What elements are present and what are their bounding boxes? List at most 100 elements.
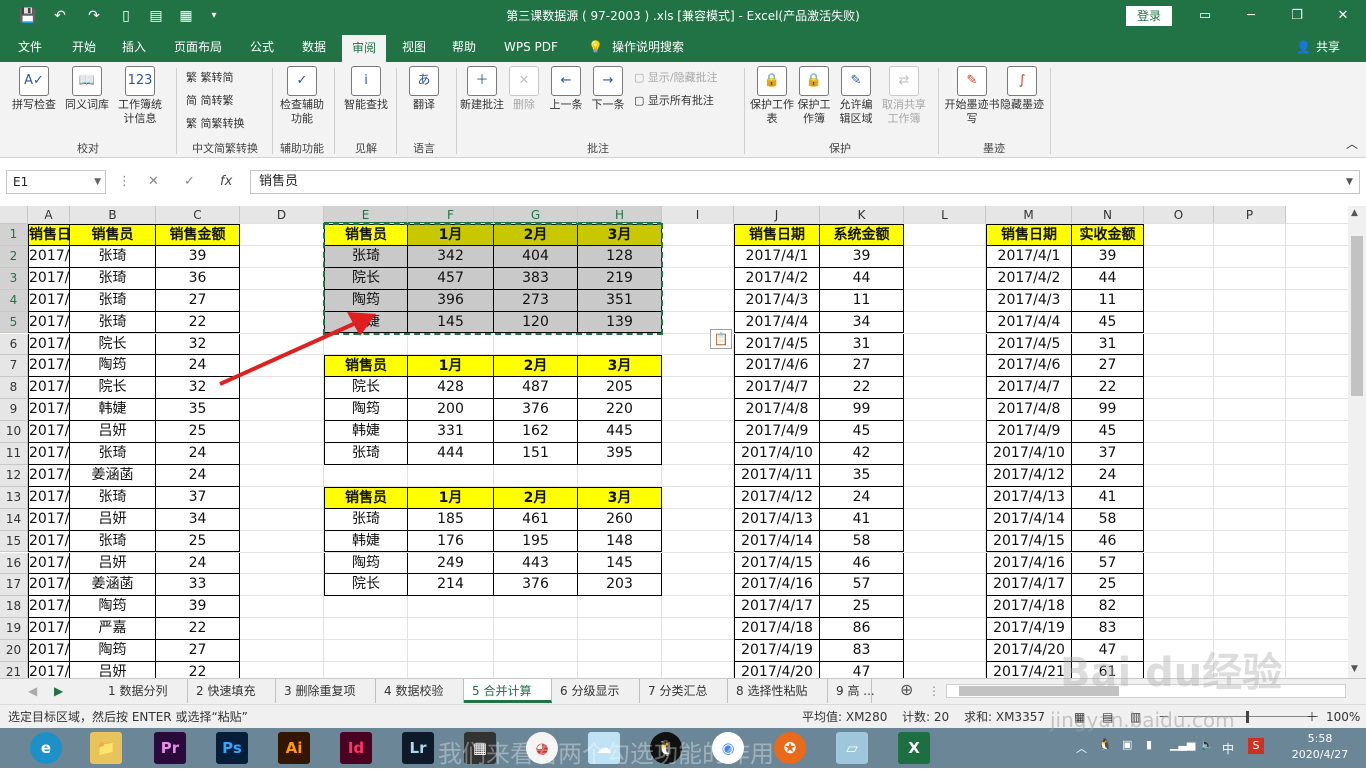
column-header-d[interactable]: D xyxy=(240,206,324,224)
table-cell[interactable]: 2017/4/3 xyxy=(986,289,1072,312)
table-cell[interactable]: 444 xyxy=(408,443,494,465)
show-all-comments-button[interactable]: ▢ 显示所有批注 xyxy=(634,91,714,111)
table-cell[interactable]: 24 xyxy=(156,443,240,465)
tab-help[interactable]: 帮助 xyxy=(442,32,486,62)
next-sheet-icon[interactable]: ▶ xyxy=(46,679,71,703)
table-cell[interactable]: 2017/4/5 xyxy=(28,399,70,422)
start-inking-button[interactable]: ✎ 开始墨迹书写 xyxy=(944,66,1000,126)
table-cell[interactable]: 58 xyxy=(1072,508,1144,531)
table-cell[interactable]: 陶筠 xyxy=(70,640,156,662)
table-cell[interactable]: 2017/4/9 xyxy=(986,421,1072,443)
clock-date[interactable]: 2020/4/27 xyxy=(1286,748,1354,761)
table-cell[interactable]: 44 xyxy=(820,267,904,290)
row-header-2[interactable]: 2 xyxy=(0,245,28,268)
table-header-cell[interactable]: 销售员 xyxy=(70,224,156,246)
table-cell[interactable]: 2017/4/8 xyxy=(28,486,70,509)
insert-function-icon[interactable]: fx xyxy=(220,170,232,194)
table-cell[interactable]: 2017/4/11 xyxy=(734,464,820,487)
share-button[interactable]: 共享 xyxy=(1306,32,1350,62)
table-cell[interactable]: 86 xyxy=(820,618,904,641)
table-cell[interactable]: 院长 xyxy=(70,333,156,356)
table-cell[interactable]: 203 xyxy=(578,574,662,597)
table-cell[interactable]: 张琦 xyxy=(70,289,156,312)
trad-to-simp-button[interactable]: 繁 繁转简 xyxy=(186,68,234,88)
tab-data[interactable]: 数据 xyxy=(292,32,336,62)
next-comment-button[interactable]: → 下一条 xyxy=(588,66,628,112)
table-cell[interactable]: 张琦 xyxy=(70,486,156,509)
table-cell[interactable]: 院长 xyxy=(70,377,156,400)
row-header-12[interactable]: 12 xyxy=(0,464,28,487)
table-cell[interactable]: 22 xyxy=(156,662,240,678)
sheet-tab[interactable]: 7 分类汇总 xyxy=(640,679,728,703)
table-cell[interactable]: 24 xyxy=(1072,464,1144,487)
table-cell[interactable]: 吕妍 xyxy=(70,508,156,531)
table-cell[interactable]: 张琦 xyxy=(324,443,408,465)
table-cell[interactable]: 2017/4/14 xyxy=(986,508,1072,531)
table-cell[interactable]: 2017/4/18 xyxy=(734,618,820,641)
table-cell[interactable]: 2017/4/8 xyxy=(28,530,70,553)
print-preview-icon[interactable]: ▤ xyxy=(144,6,168,26)
table-cell[interactable]: 2017/4/5 xyxy=(28,355,70,378)
table-cell[interactable]: 陶筠 xyxy=(324,399,408,422)
table-cell[interactable]: 46 xyxy=(1072,530,1144,553)
table-cell[interactable]: 45 xyxy=(1072,311,1144,334)
table-cell[interactable]: 2017/4/1 xyxy=(986,245,1072,268)
minimize-icon[interactable]: ─ xyxy=(1228,0,1274,32)
table-cell[interactable]: 2017/4/8 xyxy=(734,399,820,422)
table-cell[interactable]: 39 xyxy=(156,245,240,268)
table-cell[interactable]: 428 xyxy=(408,377,494,400)
show-hide-comment-button[interactable]: ▢ 显示/隐藏批注 xyxy=(634,68,718,88)
scroll-thumb[interactable] xyxy=(1351,236,1363,396)
table-cell[interactable]: 37 xyxy=(1072,443,1144,465)
excel-icon[interactable]: X xyxy=(898,732,930,764)
table-cell[interactable]: 2017/4/5 xyxy=(28,443,70,465)
sheet-tab[interactable]: 6 分级显示 xyxy=(552,679,640,703)
table-cell[interactable]: 2017/4/16 xyxy=(986,552,1072,575)
column-header-k[interactable]: K xyxy=(820,206,904,224)
table-cell[interactable]: 2017/4/10 xyxy=(28,640,70,662)
table-cell[interactable]: 443 xyxy=(494,552,578,575)
table-cell[interactable]: 260 xyxy=(578,508,662,531)
row-header-3[interactable]: 3 xyxy=(0,267,28,290)
table-cell[interactable]: 47 xyxy=(820,662,904,678)
table-cell[interactable]: 41 xyxy=(820,508,904,531)
workbook-statistics-button[interactable]: 123 工作簿统计信息 xyxy=(114,66,166,126)
sheet-tab[interactable]: 9 高 ... xyxy=(828,679,875,703)
new-file-icon[interactable]: ▯ xyxy=(114,6,138,26)
row-header-9[interactable]: 9 xyxy=(0,399,28,422)
table-cell[interactable]: 487 xyxy=(494,377,578,400)
clock-time[interactable]: 5:58 xyxy=(1290,732,1350,745)
column-header-f[interactable]: F xyxy=(408,206,494,224)
table-cell[interactable]: 陶筠 xyxy=(70,596,156,619)
table-header-cell[interactable]: 销售日期 xyxy=(28,224,70,246)
table-cell[interactable]: 57 xyxy=(1072,552,1144,575)
premiere-icon[interactable]: Pr xyxy=(154,732,186,764)
zoom-slider-thumb[interactable] xyxy=(1246,711,1249,723)
login-button[interactable]: 登录 xyxy=(1126,6,1172,26)
tray-bluetooth-icon[interactable]: ▣ xyxy=(1122,738,1132,751)
table-cell[interactable]: 2017/4/12 xyxy=(986,464,1072,487)
formula-input[interactable]: 销售员 xyxy=(250,170,1360,194)
table-cell[interactable]: 2017/4/17 xyxy=(734,596,820,619)
table-header-cell[interactable]: 2月 xyxy=(494,486,578,509)
tab-view[interactable]: 视图 xyxy=(392,32,436,62)
table-cell[interactable]: 22 xyxy=(1072,377,1144,400)
table-cell[interactable]: 2017/4/1 xyxy=(28,245,70,268)
table-cell[interactable]: 2017/4/8 xyxy=(28,596,70,619)
table-cell[interactable]: 2017/4/4 xyxy=(734,311,820,334)
notepad-icon[interactable]: ▱ xyxy=(836,732,868,764)
table-cell[interactable]: 2017/4/6 xyxy=(986,355,1072,378)
table-cell[interactable]: 2017/4/1 xyxy=(28,333,70,356)
table-cell[interactable]: 151 xyxy=(494,443,578,465)
table-cell[interactable]: 27 xyxy=(156,640,240,662)
table-cell[interactable]: 2017/4/7 xyxy=(734,377,820,400)
app-icon[interactable]: ✪ xyxy=(774,732,806,764)
file-explorer-icon[interactable]: 📁 xyxy=(90,732,122,764)
table-cell[interactable]: 39 xyxy=(156,596,240,619)
column-header-a[interactable]: A xyxy=(28,206,70,224)
row-header-8[interactable]: 8 xyxy=(0,377,28,400)
table-cell[interactable]: 24 xyxy=(820,486,904,509)
table-header-cell[interactable]: 3月 xyxy=(578,486,662,509)
sheet-tab[interactable]: 3 删除重复项 xyxy=(276,679,376,703)
table-cell[interactable]: 58 xyxy=(820,530,904,553)
